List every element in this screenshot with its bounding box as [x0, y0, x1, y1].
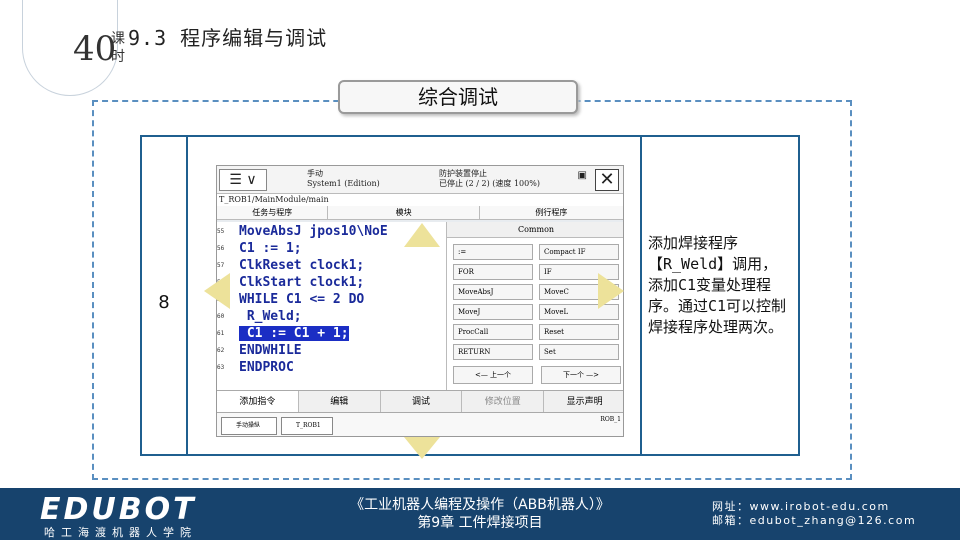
footer-bar: EDUBOT 哈工海渡机器人学院 《工业机器人编程及操作（ABB机器人）》 第9… — [0, 488, 960, 540]
code-text: WHILE C1 <= 2 DO — [239, 292, 365, 307]
step-number: 8 — [158, 292, 170, 313]
taskbar-jogging[interactable]: 手动操纵 — [221, 417, 277, 435]
menu-icon[interactable]: ☰ ∨ — [219, 169, 267, 191]
email: 邮箱：edubot_zhang@126.com — [712, 514, 917, 527]
step-number-cell: 8 — [142, 137, 188, 454]
pendant-status-line1: 手动 System1 (Edition) — [307, 169, 380, 188]
book-title-line1: 《工业机器人编程及操作（ABB机器人）》 — [350, 497, 610, 513]
code-line[interactable]: 57 ClkReset clock1; — [217, 258, 364, 275]
code-editor[interactable]: 55 MoveAbsJ jpos10\NoE 56 C1 := 1; 57 ClkRe… — [217, 222, 447, 390]
code-line[interactable]: 58 ClkStart clock1; — [217, 275, 364, 292]
instruction-button[interactable]: MoveJ — [453, 304, 533, 320]
code-text: C1 := 1; — [239, 241, 302, 256]
book-title: 《工业机器人编程及操作（ABB机器人）》 第9章 工件焊接项目 — [310, 496, 650, 532]
pendant-status-state: 防护装置停止 已停止 (2 / 2) (速度 100%) — [439, 169, 540, 189]
code-text: MoveAbsJ jpos10\NoE — [239, 224, 388, 239]
tab-modules[interactable]: 模块 — [328, 206, 480, 219]
code-line[interactable]: 62 ENDWHILE — [217, 343, 302, 360]
instruction-button[interactable]: FOR — [453, 264, 533, 280]
code-text-selected: C1 := C1 + 1; — [239, 326, 349, 341]
edit-button[interactable]: 编辑 — [299, 391, 381, 412]
previous-button[interactable]: <— 上一个 — [453, 366, 533, 384]
instruction-button[interactable]: := — [453, 244, 533, 260]
window-icon[interactable]: ▣ — [578, 170, 587, 181]
pendant-taskbar: 手动操纵 T_ROB1 MainModule ROB_1 — [217, 412, 623, 436]
teach-pendant-screenshot: ☰ ∨ 手动 System1 (Edition) 防护装置停止 已停止 (2 /… — [216, 165, 624, 437]
robot-indicator: ROB_1 — [600, 416, 621, 423]
step-image-cell: ☰ ∨ 手动 System1 (Edition) 防护装置停止 已停止 (2 /… — [188, 137, 642, 459]
instruction-button[interactable]: Compact IF — [539, 244, 619, 260]
scroll-down-arrow-icon — [404, 437, 440, 459]
scroll-left-arrow-icon — [204, 273, 230, 309]
scroll-right-arrow-icon — [598, 273, 624, 309]
instruction-button[interactable]: Reset — [539, 324, 619, 340]
course-hours-badge: 40 课时 — [22, 0, 125, 96]
hours-unit: 课时 — [111, 31, 125, 65]
pendant-tabs: 任务与程序 模块 例行程序 — [217, 206, 623, 220]
hours-number: 40 — [73, 29, 117, 69]
code-text: ClkStart clock1; — [239, 275, 365, 290]
close-icon[interactable]: ✕ — [595, 169, 619, 191]
code-text: ClkReset clock1; — [239, 258, 365, 273]
contact-info: 网址：www.irobot-edu.com 邮箱：edubot_zhang@12… — [712, 500, 916, 528]
step-description: 添加焊接程序【R_Weld】调用，添加C1变量处理程序。通过C1可以控制焊接程序… — [648, 234, 787, 336]
step-description-cell: 添加焊接程序【R_Weld】调用，添加C1变量处理程序。通过C1可以控制焊接程序… — [642, 137, 798, 454]
instruction-button[interactable]: RETURN — [453, 344, 533, 360]
modify-position-button[interactable]: 修改位置 — [462, 391, 545, 412]
code-line[interactable]: 63 ENDPROC — [217, 360, 294, 377]
instruction-nav: <— 上一个 下一个 —> — [453, 366, 621, 384]
pendant-status-line2: 防护装置停止 已停止 (2 / 2) (速度 100%) — [439, 169, 540, 188]
add-instruction-button[interactable]: 添加指令 — [217, 391, 299, 412]
next-button[interactable]: 下一个 —> — [541, 366, 621, 384]
code-text: R_Weld; — [239, 309, 302, 324]
logo-subtitle: 哈工海渡机器人学院 — [44, 526, 197, 539]
website: 网址：www.irobot-edu.com — [712, 500, 890, 513]
code-line-selected[interactable]: 61 C1 := C1 + 1; — [217, 326, 349, 343]
code-text: ENDWHILE — [239, 343, 302, 358]
instruction-button[interactable]: ProcCall — [453, 324, 533, 340]
editor-toolbar: 添加指令 编辑 调试 修改位置 显示声明 — [217, 390, 623, 412]
instruction-button[interactable]: MoveAbsJ — [453, 284, 533, 300]
taskbar-program[interactable]: T_ROB1 MainModule — [281, 417, 333, 435]
show-declaration-button[interactable]: 显示声明 — [544, 391, 623, 412]
edubot-logo: EDUBOT — [40, 492, 197, 527]
debug-button[interactable]: 调试 — [381, 391, 463, 412]
book-title-line2: 第9章 工件焊接项目 — [417, 515, 543, 531]
subtitle-label: 综合调试 — [338, 80, 578, 114]
code-line[interactable]: 56 C1 := 1; — [217, 241, 302, 258]
instruction-category[interactable]: Common — [447, 222, 623, 238]
instruction-button[interactable]: Set — [539, 344, 619, 360]
code-line[interactable]: 55 MoveAbsJ jpos10\NoE — [217, 224, 388, 241]
program-path: T_ROB1/MainModule/main — [217, 194, 623, 206]
pendant-status-mode: 手动 System1 (Edition) — [307, 169, 380, 189]
code-line[interactable]: 59 WHILE C1 <= 2 DO — [217, 292, 364, 309]
section-title: 9.3 程序编辑与调试 — [128, 26, 328, 50]
tab-tasks[interactable]: 任务与程序 — [217, 206, 329, 219]
step-table: 8 ☰ ∨ 手动 System1 (Edition) 防护装置停止 已停止 (2… — [140, 135, 800, 459]
scroll-up-arrow-icon — [404, 223, 440, 247]
code-line[interactable]: 60 R_Weld; — [217, 309, 302, 326]
code-text: ENDPROC — [239, 360, 294, 375]
tab-routines[interactable]: 例行程序 — [480, 206, 623, 219]
pendant-status-bar: ☰ ∨ 手动 System1 (Edition) 防护装置停止 已停止 (2 /… — [217, 166, 623, 194]
